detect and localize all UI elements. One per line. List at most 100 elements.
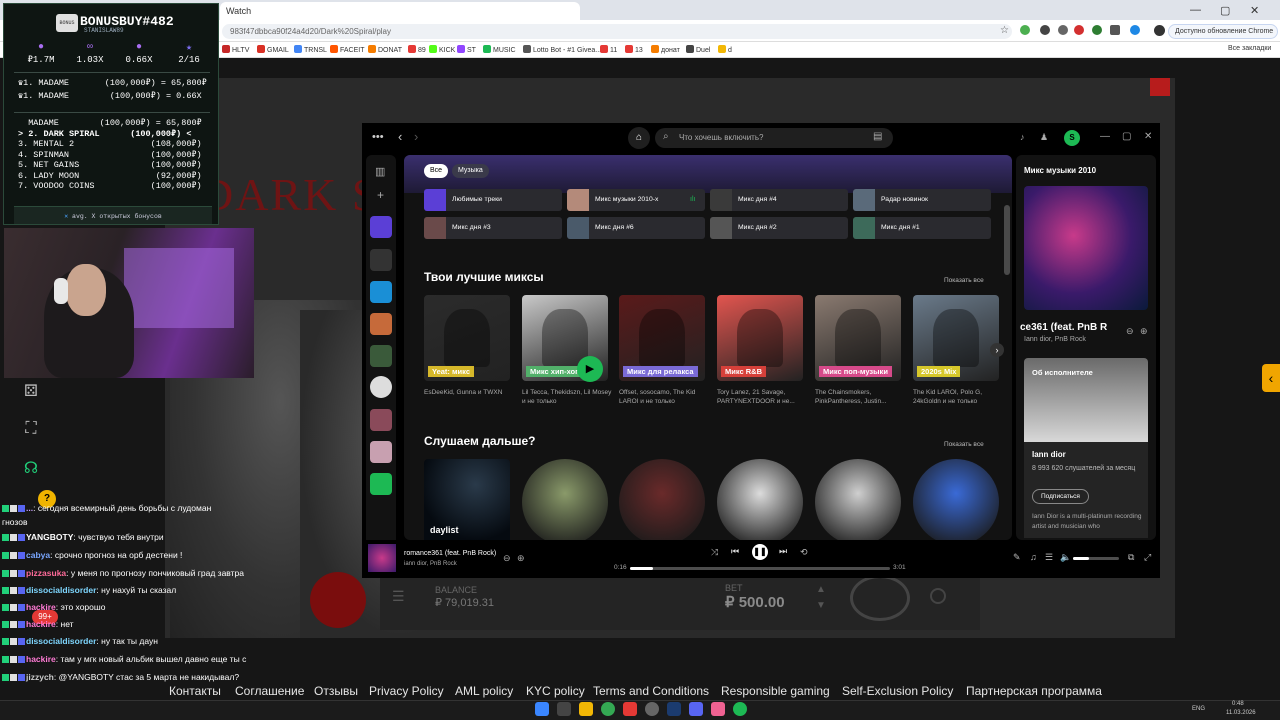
start-icon[interactable] xyxy=(535,702,549,716)
close-window-icon[interactable]: ✕ xyxy=(1250,4,1259,17)
bookmark-12[interactable]: донат xyxy=(651,45,680,54)
library-icon[interactable]: ▥ xyxy=(375,165,385,178)
mix-card[interactable]: 2020s Mix xyxy=(913,295,999,381)
chat-username[interactable]: hackire xyxy=(26,602,56,612)
quick-tile[interactable]: Радар новинок xyxy=(853,189,991,211)
chat-username[interactable]: dissocialdisorder xyxy=(26,585,96,595)
bookmark-8[interactable]: MUSIC xyxy=(483,45,516,54)
queue-icon[interactable]: ☰ xyxy=(1045,552,1053,563)
footer-link[interactable]: Отзывы xyxy=(314,684,358,698)
gift-icon[interactable]: ⛶ xyxy=(20,420,42,442)
player-artists[interactable]: iann dior, PnB Rock xyxy=(404,561,457,567)
extension-icon[interactable] xyxy=(1110,25,1120,35)
spotify-icon[interactable] xyxy=(733,702,747,716)
mix-card[interactable]: Микс для релакса xyxy=(619,295,705,381)
now-playing-view-icon[interactable]: ✎ xyxy=(1013,552,1021,563)
explorer-icon[interactable] xyxy=(579,702,593,716)
shuffle-icon[interactable]: ⤨ xyxy=(711,547,718,558)
artist-circle[interactable] xyxy=(913,459,999,545)
library-item-liked[interactable] xyxy=(370,216,392,238)
artist-name[interactable]: Iann dior xyxy=(1032,450,1066,459)
bookmark-6[interactable]: KICK xyxy=(429,45,455,54)
bookmark-14[interactable]: d xyxy=(718,45,732,54)
footer-link[interactable]: Self-Exclusion Policy xyxy=(842,684,953,698)
filter-chip[interactable]: Все xyxy=(424,164,449,178)
library-item[interactable] xyxy=(370,313,392,335)
user-avatar[interactable]: S xyxy=(1064,130,1080,146)
miniplayer-icon[interactable]: ⧉ xyxy=(1128,552,1134,563)
home-button[interactable]: ⌂ xyxy=(628,127,650,149)
footer-link[interactable]: Соглашение xyxy=(235,684,304,698)
chat-username[interactable]: cabya xyxy=(26,550,50,560)
profile-avatar[interactable] xyxy=(1154,25,1165,36)
collapse-arrow-icon[interactable]: ‹ xyxy=(1262,364,1280,392)
bet-up-icon[interactable]: ▲ xyxy=(816,584,826,595)
chrome-icon[interactable] xyxy=(601,702,615,716)
maximize-icon[interactable]: ▢ xyxy=(1220,4,1230,17)
autoplay-icon[interactable] xyxy=(930,588,946,604)
spin-button[interactable] xyxy=(850,575,910,621)
star-icon[interactable]: ☆ xyxy=(1000,25,1009,36)
bookmark-10[interactable]: 11 xyxy=(600,45,617,54)
library-item[interactable] xyxy=(370,409,392,431)
library-item[interactable] xyxy=(370,281,392,303)
library-item[interactable] xyxy=(370,473,392,495)
extension-icon[interactable] xyxy=(1020,25,1030,35)
add-circle-icon[interactable]: ⊕ xyxy=(1140,326,1148,337)
more-icon[interactable]: ••• xyxy=(372,131,384,143)
scrollbar[interactable] xyxy=(1004,205,1010,275)
artist-circle[interactable] xyxy=(717,459,803,545)
play-card-button[interactable]: ▶ xyxy=(577,356,603,382)
back-icon[interactable]: ‹ xyxy=(398,129,402,144)
url-field[interactable]: 983f47dbbca90f24a4d20/Dark%20Spiral/play xyxy=(222,24,1012,39)
game-close-icon[interactable] xyxy=(1150,78,1170,96)
menu-icon[interactable]: ☰ xyxy=(392,588,405,605)
bet-down-icon[interactable]: ▼ xyxy=(816,600,826,611)
add-circle-icon[interactable]: ⊕ xyxy=(517,553,525,564)
player-cover[interactable] xyxy=(368,544,396,572)
chat-username[interactable]: ... xyxy=(26,503,33,513)
discord-icon[interactable] xyxy=(689,702,703,716)
library-item[interactable] xyxy=(370,345,392,367)
footer-link[interactable]: KYC policy xyxy=(526,684,585,698)
bookmark-1[interactable]: GMAIL xyxy=(257,45,289,54)
app-icon[interactable] xyxy=(623,702,637,716)
friends-icon[interactable]: ♟ xyxy=(1040,132,1048,143)
scroll-right-icon[interactable]: › xyxy=(990,343,1004,357)
quick-tile[interactable]: Микс музыки 2010-х xyxy=(567,189,705,211)
quick-tile[interactable]: Микс дня #1 xyxy=(853,217,991,239)
maximize-icon[interactable]: ▢ xyxy=(1122,131,1131,142)
forward-icon[interactable]: › xyxy=(414,129,418,144)
artist-circle[interactable] xyxy=(815,459,901,545)
close-icon[interactable]: ✕ xyxy=(1144,131,1152,142)
extension-icon[interactable] xyxy=(1058,25,1068,35)
library-item[interactable] xyxy=(370,376,392,398)
bookmark-5[interactable]: 89 xyxy=(408,45,426,54)
chat-username[interactable]: dissocialdisorder xyxy=(26,636,96,646)
language-indicator[interactable]: ENG xyxy=(1192,706,1205,712)
chat-username[interactable]: YANGBOTY xyxy=(26,532,73,542)
quick-tile[interactable]: Любимые треки xyxy=(424,189,562,211)
minus-circle-icon[interactable]: ⊖ xyxy=(503,553,511,564)
show-all-link[interactable]: Показать все xyxy=(944,277,984,284)
browser-tab[interactable]: Watch xyxy=(220,2,580,20)
bookmark-7[interactable]: ST xyxy=(457,45,476,54)
artist-circle[interactable] xyxy=(522,459,608,545)
footer-link[interactable]: Terms and Conditions xyxy=(593,684,709,698)
library-item[interactable] xyxy=(370,441,392,463)
fullscreen-icon[interactable]: ⤢ xyxy=(1144,552,1151,563)
extension-icon[interactable] xyxy=(1130,25,1140,35)
filter-chip[interactable]: Музыка xyxy=(452,164,489,178)
progress-track[interactable] xyxy=(630,567,890,570)
search-input[interactable]: Что хочешь включить? xyxy=(655,128,893,148)
daylist-card[interactable]: daylist xyxy=(424,459,510,545)
chat-username[interactable]: hackire xyxy=(26,654,56,664)
chrome-update-button[interactable]: Доступно обновление Chrome xyxy=(1168,24,1278,39)
footer-link[interactable]: Responsible gaming xyxy=(721,684,830,698)
footer-link[interactable]: AML policy xyxy=(455,684,513,698)
quick-tile[interactable]: Микс дня #4 xyxy=(710,189,848,211)
headset-icon[interactable]: ☊ xyxy=(20,458,42,480)
artist-circle[interactable] xyxy=(619,459,705,545)
now-playing-artists[interactable]: Iann dior, PnB Rock xyxy=(1024,336,1086,343)
repeat-icon[interactable]: ⟲ xyxy=(800,547,808,558)
